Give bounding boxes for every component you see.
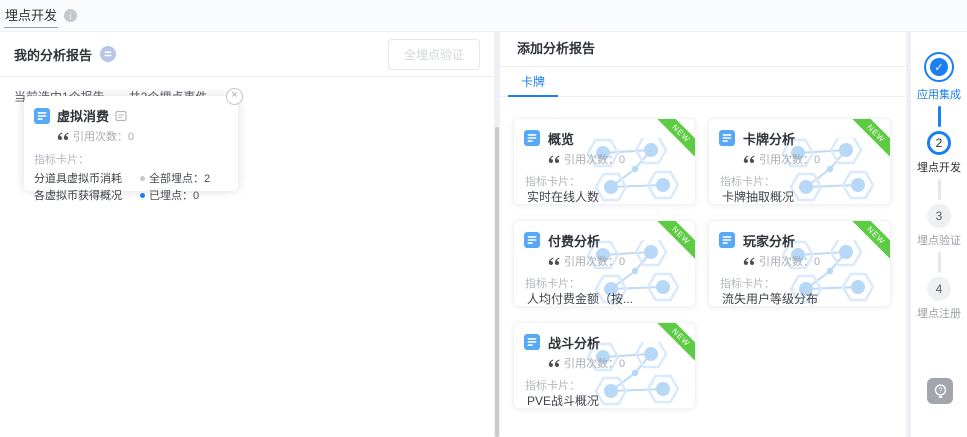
- metric-cards-label: 指标卡片：: [34, 154, 89, 166]
- quote-icon: [548, 257, 560, 265]
- quote-count: 引用次数：0: [564, 358, 626, 370]
- quote-icon: [548, 155, 560, 163]
- open-report-icon[interactable]: [115, 110, 127, 122]
- metric-cards-label: 指标卡片：: [525, 278, 580, 290]
- my-reports-title: 我的分析报告: [14, 47, 93, 63]
- template-card-battle-analysis[interactable]: NEW 战斗分析 引用次数：0 指标卡片： PVE战斗概况 PVP战斗概况: [513, 322, 696, 409]
- help-tips-button[interactable]: [927, 378, 953, 404]
- quote-icon: [743, 257, 755, 265]
- step-circle-verify: 3: [927, 204, 951, 228]
- tab-card-category[interactable]: 卡牌: [508, 67, 559, 97]
- template-card-cards-analysis[interactable]: NEW 卡牌分析 引用次数：0 指标卡片： 卡牌抽取概况 卡牌出战概况: [708, 118, 891, 205]
- template-cards-grid: NEW 概览 引用次数：0 指标卡片： 实时在线人数 新付费用户充值金额 NEW…: [513, 118, 891, 409]
- verify-all-button[interactable]: 全埋点验证: [387, 38, 480, 70]
- step-done-check-icon: ✓: [924, 52, 954, 82]
- metric-line: 人均付费金额（按...: [527, 292, 634, 306]
- card-title: 战斗分析: [548, 336, 601, 351]
- add-report-title: 添加分析报告: [500, 32, 906, 67]
- stepper-rail: ✓ 应用集成 2 埋点开发 3 埋点验证 4 埋点注册: [911, 32, 967, 437]
- step-label-integration: 应用集成: [917, 89, 961, 101]
- report-doc-icon: [719, 232, 735, 248]
- metric-cards-label: 指标卡片：: [525, 380, 580, 392]
- metric-line: PVE战斗概况: [527, 394, 600, 408]
- report-title: 虚拟消费: [57, 109, 110, 124]
- progress-stepper: ✓ 应用集成 2 埋点开发 3 埋点验证 4 埋点注册: [911, 32, 967, 321]
- step-circle-register: 4: [927, 277, 951, 301]
- quote-count: 引用次数：0: [759, 154, 821, 166]
- my-reports-header: 我的分析报告 全埋点验证: [0, 32, 494, 77]
- quote-count: 引用次数：0: [73, 131, 135, 143]
- quote-count: 引用次数：0: [759, 256, 821, 268]
- step-label-register: 埋点注册: [917, 308, 961, 320]
- metric-cards-label: 指标卡片：: [525, 176, 580, 188]
- my-reports-panel: 我的分析报告 全埋点验证 当前选中1个报告，一共2个埋点事件 × 虚拟消费 引用…: [0, 32, 494, 437]
- close-icon[interactable]: ×: [226, 88, 243, 105]
- blue-dot-icon: [140, 193, 145, 198]
- quote-icon: [57, 132, 69, 140]
- template-card-payment-analysis[interactable]: NEW 付费分析 引用次数：0 指标卡片： 人均付费金额（按... 首次付费用户…: [513, 220, 696, 307]
- report-doc-icon: [524, 334, 540, 350]
- quote-count: 引用次数：0: [564, 154, 626, 166]
- lightbulb-question-icon: [932, 383, 949, 400]
- stepper-connector: [937, 179, 941, 200]
- report-doc-icon: [524, 130, 540, 146]
- quote-count: 引用次数：0: [564, 256, 626, 268]
- report-doc-icon: [719, 130, 735, 146]
- quote-icon: [743, 155, 755, 163]
- metric-cards-label: 指标卡片：: [720, 176, 775, 188]
- page-header: 埋点开发 i: [0, 0, 967, 31]
- selected-report-card[interactable]: × 虚拟消费 引用次数：0 指标卡片： 分道具虚拟币消耗 各虚拟币获得概况 全部…: [24, 88, 243, 202]
- stepper-connector: [937, 252, 941, 273]
- stat-done-points: 已埋点：0: [140, 188, 210, 205]
- quote-icon: [548, 359, 560, 367]
- step-label-verify: 埋点验证: [917, 235, 961, 247]
- card-title: 付费分析: [548, 234, 601, 249]
- reports-badge-icon: [100, 46, 116, 62]
- card-title: 卡牌分析: [743, 132, 796, 147]
- metric-cards-label: 指标卡片：: [720, 278, 775, 290]
- step-circle-current: 2: [927, 131, 951, 155]
- gray-dot-icon: [140, 176, 145, 181]
- card-title: 概览: [548, 132, 575, 147]
- metric-line: 实时在线人数: [527, 190, 600, 204]
- info-icon[interactable]: i: [64, 9, 78, 22]
- page-title: 埋点开发: [4, 3, 59, 28]
- stat-total-points: 全部埋点：2: [140, 171, 210, 188]
- template-card-overview[interactable]: NEW 概览 引用次数：0 指标卡片： 实时在线人数 新付费用户充值金额: [513, 118, 696, 205]
- vertical-scrollbar[interactable]: [495, 127, 499, 437]
- metric-line: 流失用户等级分布: [722, 292, 819, 306]
- report-doc-icon: [34, 108, 50, 124]
- category-tabbar: 卡牌: [500, 67, 906, 97]
- card-title: 玩家分析: [743, 234, 796, 249]
- template-card-player-analysis[interactable]: NEW 玩家分析 引用次数：0 指标卡片： 流失用户等级分布 活跃用户留存: [708, 220, 891, 307]
- stepper-connector: [937, 106, 941, 127]
- metric-line: 各虚拟币获得概况: [34, 190, 122, 202]
- step-label-development: 埋点开发: [917, 162, 961, 174]
- report-doc-icon: [524, 232, 540, 248]
- add-report-panel: 添加分析报告 卡牌 NEW 概览 引用次数：0 指标卡片： 实时在线人数 新付费…: [500, 32, 906, 437]
- metric-line: 分道具虚拟币消耗: [34, 173, 122, 185]
- metric-line: 卡牌抽取概况: [722, 190, 795, 204]
